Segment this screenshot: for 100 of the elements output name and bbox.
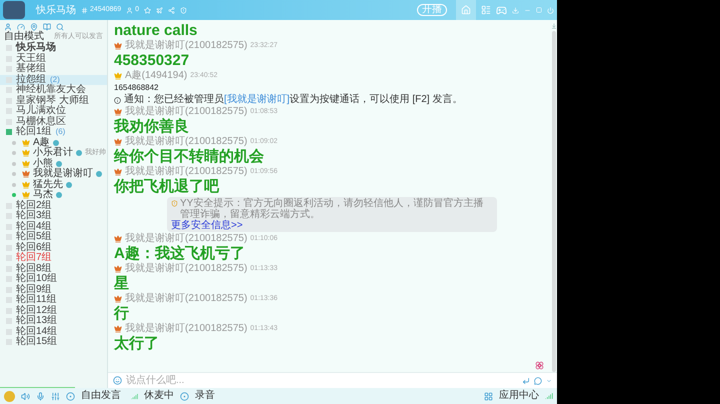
close-icon[interactable] <box>547 6 554 14</box>
message-text: 星 <box>114 275 130 292</box>
channel-name: 轮回11组 <box>16 295 56 306</box>
star-icon[interactable] <box>144 6 152 14</box>
channel-name: 快乐马场 <box>16 43 56 54</box>
shield-icon <box>171 200 178 207</box>
maximize-icon[interactable] <box>536 7 542 13</box>
signal-icon <box>545 392 553 400</box>
channel-item[interactable]: 轮回1组 (6) <box>0 127 107 138</box>
channel-item[interactable]: 轮回13组 <box>0 316 107 326</box>
chat-bubble-icon[interactable] <box>534 376 542 384</box>
channel-item[interactable]: 天王组 <box>0 54 107 64</box>
channel-name: 轮回4组 <box>16 222 52 232</box>
channel-name: 轮回5组 <box>16 232 52 242</box>
badge-icon <box>76 150 82 156</box>
channel-item[interactable]: 皇家钢琴 大师组 <box>0 96 107 106</box>
channel-item[interactable]: 轮回8组 <box>0 264 107 274</box>
user-item[interactable]: 猛先先 <box>0 180 107 190</box>
scrollbar[interactable] <box>552 31 556 372</box>
channel-name: 轮回1组 <box>16 127 52 138</box>
plane-icon[interactable] <box>156 6 164 14</box>
user-icon[interactable] <box>4 23 12 31</box>
user-item[interactable]: A趣 <box>0 138 107 148</box>
avatar[interactable] <box>4 390 15 402</box>
channel-item[interactable]: 轮回12组 <box>0 306 107 316</box>
user-name: A趣 <box>33 138 50 148</box>
channel-item[interactable]: 轮回14组 <box>0 326 107 337</box>
channel-item[interactable]: 拉怨组 (2) <box>0 74 107 85</box>
scroll-lock-icon[interactable] <box>550 23 556 29</box>
speaker-icon[interactable] <box>21 392 30 400</box>
channel-name: 天王组 <box>16 54 46 64</box>
channel-item[interactable]: 马儿满欢位 <box>0 106 107 116</box>
channel-name: 基佬组 <box>16 64 46 74</box>
channel-item[interactable]: 基佬组 <box>0 64 107 74</box>
record-icon[interactable] <box>180 392 189 400</box>
channel-item[interactable]: 轮回11组 <box>0 295 107 306</box>
mode-icon[interactable] <box>66 392 75 400</box>
badge-icon <box>96 171 102 178</box>
user-item[interactable]: 马杰 <box>0 190 107 200</box>
badge-icon <box>56 160 62 167</box>
channel-item[interactable]: 轮回3组 <box>0 211 107 222</box>
flower-icon[interactable] <box>535 361 544 370</box>
user-name: 马杰 <box>33 190 53 200</box>
mic-icon[interactable] <box>36 392 45 400</box>
share-icon[interactable] <box>168 6 176 14</box>
expand-toggle[interactable] <box>6 76 12 83</box>
send-icon[interactable] <box>522 376 530 384</box>
message-text: 1654868842 <box>114 82 160 94</box>
notice-text: 通知：您已经被管理员[我就是谢谢叮]设置为按键通话，可以使用 [F2] 发言。 <box>124 95 462 105</box>
download-icon[interactable] <box>512 6 519 14</box>
channel-item[interactable]: 轮回6组 <box>0 242 107 253</box>
channel-item[interactable]: 快乐马场 <box>0 43 107 54</box>
safety-link[interactable]: 更多安全信息>> <box>171 220 243 231</box>
channel-name: 轮回6组 <box>16 242 52 253</box>
gamepad-icon[interactable] <box>496 4 507 16</box>
message-input[interactable]: 说点什么吧... <box>108 372 557 388</box>
mic-status: 休麦中 <box>144 391 174 401</box>
user-name: 小乐君计 <box>33 148 73 158</box>
user-icon <box>126 6 134 14</box>
app-center[interactable]: 应用中心 <box>499 391 539 401</box>
channel-name: 神经机靠友大会 <box>16 85 86 96</box>
panel-icon[interactable] <box>481 5 491 15</box>
user-name: 我就是谢谢叮 <box>33 169 93 180</box>
input-field[interactable]: 说点什么吧... <box>126 373 518 388</box>
avatar[interactable] <box>3 1 25 19</box>
shield-icon[interactable] <box>180 6 188 14</box>
user-item[interactable]: 小熊 <box>0 158 107 169</box>
channel-item[interactable]: 轮回7组 <box>0 253 107 264</box>
channel-item[interactable]: 轮回9组 <box>0 284 107 295</box>
pin-icon[interactable] <box>30 23 38 31</box>
info-icon <box>114 96 121 104</box>
search-icon[interactable] <box>56 23 64 31</box>
caret-icon[interactable] <box>546 378 552 384</box>
channel-item[interactable]: 马棚休息区 <box>0 116 107 127</box>
channel-item[interactable]: 神经机靠友大会 <box>0 85 107 96</box>
member-count: (6) <box>56 127 66 138</box>
channel-item[interactable]: 轮回15组 <box>0 337 107 348</box>
channel-name: 轮回8组 <box>16 264 52 274</box>
channel-name: 拉怨组 <box>16 74 46 85</box>
book-icon[interactable] <box>43 23 51 31</box>
message-text: 给你个目不转睛的机会 <box>114 148 265 166</box>
speak-mode[interactable]: 自由发言 <box>81 391 121 401</box>
home-tab[interactable] <box>456 0 476 20</box>
app-grid-icon[interactable] <box>484 392 493 400</box>
record-label[interactable]: 录音 <box>195 391 215 401</box>
expand-toggle[interactable] <box>6 129 12 136</box>
message-text: 我劝你善良 <box>114 118 190 136</box>
channel-name: 轮回10组 <box>16 274 58 284</box>
channel-name: 轮回15组 <box>16 337 58 348</box>
user-item[interactable]: 我就是谢谢叮 <box>0 169 107 180</box>
channel-item[interactable]: 轮回10组 <box>0 274 107 284</box>
channel-item[interactable]: 轮回2组 <box>0 200 107 211</box>
equalizer-icon[interactable] <box>51 392 60 400</box>
channel-item[interactable]: 轮回5组 <box>0 232 107 242</box>
channel-item[interactable]: 轮回4组 <box>0 222 107 232</box>
channel-name: 马棚休息区 <box>16 116 66 127</box>
emoji-icon[interactable] <box>113 376 122 385</box>
gauge-icon[interactable] <box>17 23 25 31</box>
admin-link[interactable]: [我就是谢谢叮] <box>224 94 290 105</box>
id-icon <box>81 6 88 14</box>
